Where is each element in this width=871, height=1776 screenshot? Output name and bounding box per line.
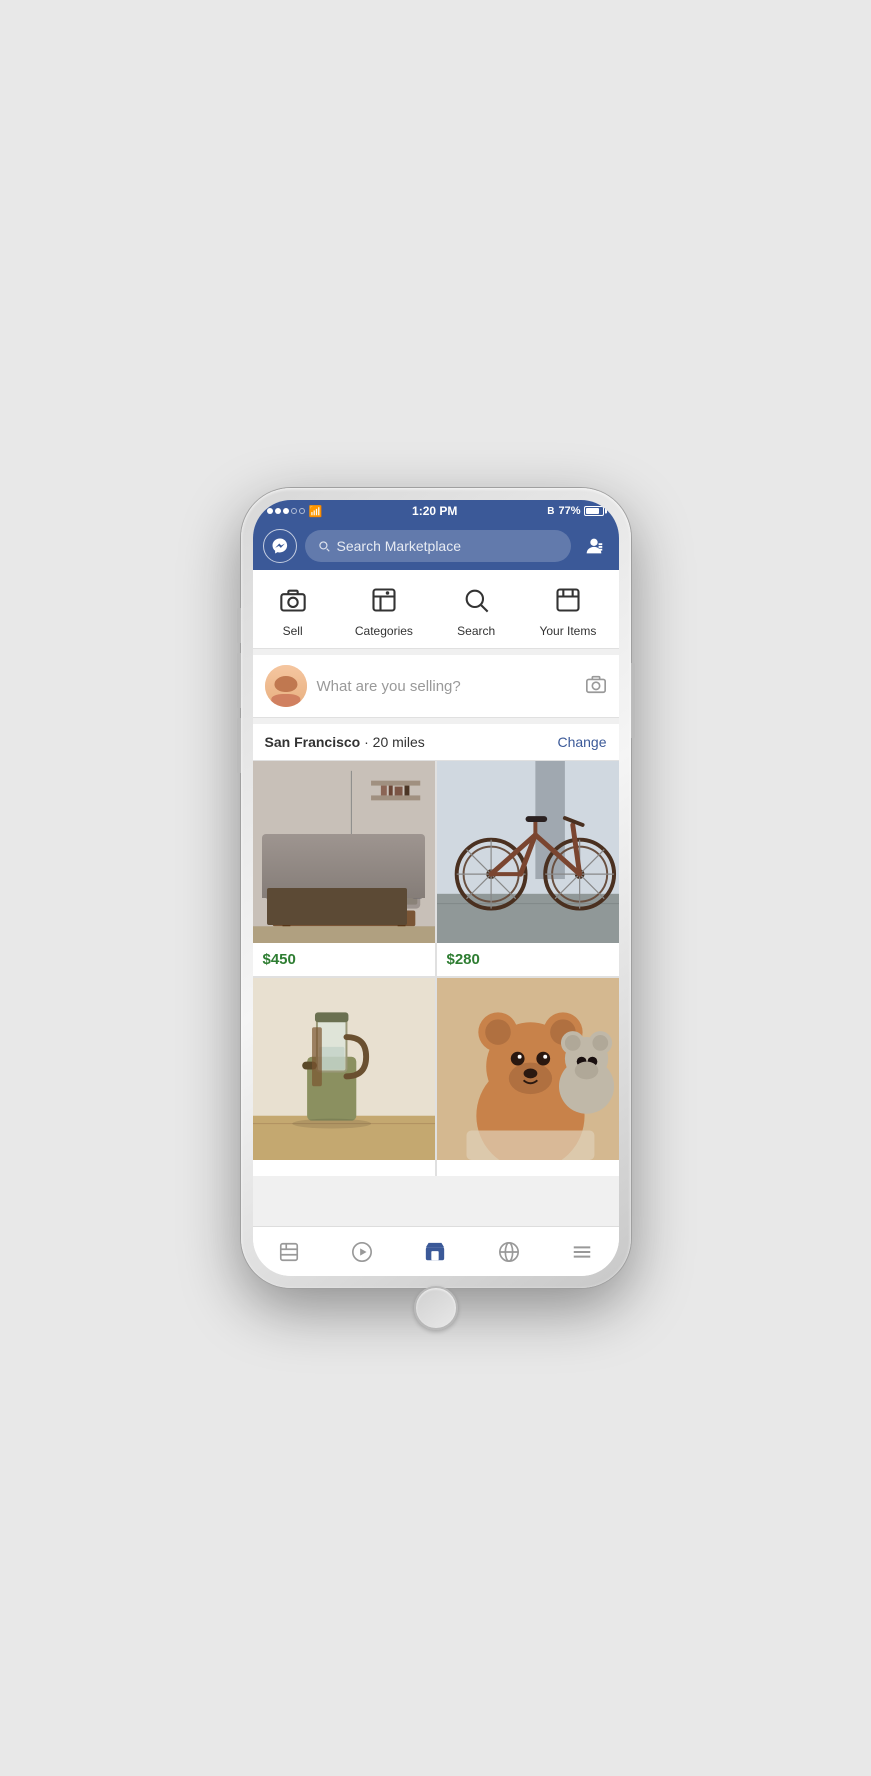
tab-globe[interactable] [487, 1230, 531, 1274]
sell-post-bar[interactable]: What are you selling? [253, 655, 619, 718]
action-sell[interactable]: Sell [275, 582, 311, 638]
location-separator: · [364, 734, 373, 750]
search-placeholder: Search Marketplace [337, 538, 462, 554]
marketplace-icon [424, 1241, 446, 1263]
battery-percent: 77% [558, 505, 580, 517]
camera-attach-icon[interactable] [585, 673, 607, 700]
tab-newsfeed[interactable] [267, 1230, 311, 1274]
product-grid: $450 [253, 761, 619, 1176]
side-button-power [631, 663, 635, 738]
product-card-sofa[interactable]: $450 [253, 761, 435, 976]
search-bar[interactable]: Search Marketplace [305, 530, 571, 562]
sell-input[interactable]: What are you selling? [317, 678, 575, 695]
video-icon [351, 1241, 373, 1263]
bottom-tab-bar [253, 1226, 619, 1276]
categories-icon [366, 582, 402, 618]
city-name: San Francisco [265, 734, 361, 750]
sell-icon [275, 582, 311, 618]
action-search[interactable]: Search [457, 582, 495, 638]
signal-dots [267, 508, 305, 514]
your-items-icon [550, 582, 586, 618]
status-right: B 77% [547, 505, 604, 517]
your-items-label: Your Items [539, 624, 596, 638]
side-button-vol-down [237, 718, 241, 773]
change-location-button[interactable]: Change [557, 734, 606, 750]
status-time: 1:20 PM [412, 504, 457, 518]
phone-frame: 📶 1:20 PM B 77% [241, 488, 631, 1288]
battery-fill [586, 508, 598, 514]
signal-dot-5 [299, 508, 305, 514]
signal-dot-2 [275, 508, 281, 514]
profile-menu-icon [583, 535, 605, 557]
product-price-coffee [253, 1160, 435, 1176]
sofa-svg [253, 761, 435, 943]
home-button[interactable] [414, 1286, 458, 1330]
product-image-bears [437, 978, 619, 1160]
product-image-sofa [253, 761, 435, 943]
product-image-coffee [253, 978, 435, 1160]
tab-marketplace[interactable] [413, 1230, 457, 1274]
categories-label: Categories [355, 624, 413, 638]
tab-video[interactable] [340, 1230, 384, 1274]
search-bar-icon [317, 539, 331, 553]
product-card-bike[interactable]: $280 [437, 761, 619, 976]
tab-menu[interactable] [560, 1230, 604, 1274]
search-action-icon [458, 582, 494, 618]
location-text: San Francisco · 20 miles [265, 734, 425, 750]
status-left: 📶 [267, 505, 323, 518]
coffee-svg [253, 978, 435, 1160]
product-price-sofa: $450 [253, 943, 435, 976]
messenger-icon [271, 537, 289, 555]
phone-screen: 📶 1:20 PM B 77% [253, 500, 619, 1276]
bike-svg [437, 761, 619, 943]
bluetooth-icon: B [547, 506, 554, 517]
product-card-coffee[interactable] [253, 978, 435, 1176]
categories-svg-icon [370, 586, 398, 614]
action-your-items[interactable]: Your Items [539, 582, 596, 638]
quick-actions-bar: Sell Categories [253, 570, 619, 649]
side-button-mute [237, 608, 241, 643]
battery-icon [584, 506, 604, 516]
messenger-button[interactable] [263, 529, 297, 563]
product-price-bears [437, 1160, 619, 1176]
search-label: Search [457, 624, 495, 638]
menu-icon [571, 1241, 593, 1263]
side-button-vol-up [237, 653, 241, 708]
search-svg-icon [462, 586, 490, 614]
product-image-bike [437, 761, 619, 943]
bears-svg [437, 978, 619, 1160]
signal-dot-4 [291, 508, 297, 514]
signal-dot-1 [267, 508, 273, 514]
product-card-bears[interactable] [437, 978, 619, 1176]
sell-label: Sell [283, 624, 303, 638]
location-bar: San Francisco · 20 miles Change [253, 724, 619, 761]
user-avatar [265, 665, 307, 707]
avatar-face [265, 665, 307, 707]
globe-icon [498, 1241, 520, 1263]
distance: 20 miles [373, 734, 425, 750]
nav-bar: Search Marketplace [253, 522, 619, 570]
battery-icon-container [584, 506, 604, 516]
status-bar: 📶 1:20 PM B 77% [253, 500, 619, 522]
profile-menu-button[interactable] [579, 531, 609, 561]
items-svg-icon [554, 586, 582, 614]
wifi-icon: 📶 [309, 505, 323, 518]
product-price-bike: $280 [437, 943, 619, 976]
action-categories[interactable]: Categories [355, 582, 413, 638]
main-content: Sell Categories [253, 570, 619, 1226]
camera-sell-icon [279, 586, 307, 614]
signal-dot-3 [283, 508, 289, 514]
newsfeed-icon [278, 1241, 300, 1263]
